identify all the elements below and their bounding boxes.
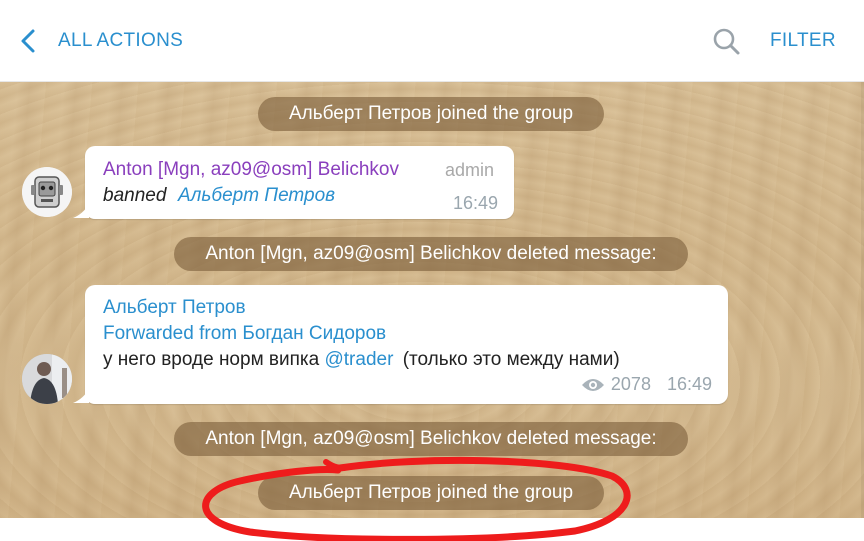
view-count: 2078 [610, 374, 651, 394]
avatar[interactable] [22, 167, 72, 217]
service-message-deleted: Anton [Mgn, az09@osm] Belichkov deleted … [174, 237, 688, 271]
message-author[interactable]: Альберт Петров [103, 297, 246, 319]
top-bar: ALL ACTIONS FILTER [0, 0, 864, 82]
message-bubble-ban[interactable]: Anton [Mgn, az09@osm] Belichkov admin ba… [73, 146, 514, 219]
filter-button[interactable]: FILTER [770, 30, 836, 52]
service-text: Anton [Mgn, az09@osm] Belichkov deleted … [205, 428, 657, 449]
back-label[interactable]: ALL ACTIONS [58, 30, 183, 52]
message-text-part: у него вроде норм випка [103, 349, 320, 370]
back-button[interactable]: ALL ACTIONS [14, 22, 183, 60]
deleted-message-bubble[interactable]: Альберт Петров Forwarded from Богдан Сид… [73, 285, 728, 404]
search-icon[interactable] [710, 26, 744, 58]
action-text: banned [103, 185, 167, 206]
service-text: Anton [Mgn, az09@osm] Belichkov deleted … [205, 243, 657, 264]
service-message-joined: Альберт Петров joined the group [258, 476, 604, 510]
bubble-tail [73, 389, 89, 403]
service-message-joined: Альберт Петров joined the group [258, 97, 604, 131]
admin-badge: admin [444, 160, 494, 180]
admin-log-feed[interactable]: Альберт Петров joined the group Anton [M… [0, 82, 864, 518]
eye-icon [581, 378, 604, 391]
message-text: у него вроде норм випка @trader (только … [103, 349, 620, 371]
chevron-left-icon[interactable] [14, 22, 42, 60]
mention-link[interactable]: @trader [324, 349, 393, 370]
message-time: 16:49 [666, 374, 712, 394]
message-text-part: (только это между нами) [402, 349, 620, 370]
robot-avatar-icon [22, 167, 72, 217]
service-text: Альберт Петров joined the group [288, 103, 574, 124]
bottom-bar [0, 518, 864, 541]
banned-user-link[interactable]: Альберт Петров [178, 185, 335, 207]
forwarded-from-link[interactable]: Forwarded from Богдан Сидоров [103, 323, 386, 345]
message-author[interactable]: Anton [Mgn, az09@osm] Belichkov [103, 159, 399, 181]
avatar[interactable] [22, 354, 72, 404]
message-meta: 2078 16:49 [581, 374, 712, 395]
user-photo-avatar [22, 354, 72, 404]
service-message-deleted: Anton [Mgn, az09@osm] Belichkov deleted … [174, 422, 688, 456]
message-time: 16:49 [452, 193, 498, 213]
service-text: Альберт Петров joined the group [288, 482, 574, 503]
bubble-tail [73, 204, 89, 218]
